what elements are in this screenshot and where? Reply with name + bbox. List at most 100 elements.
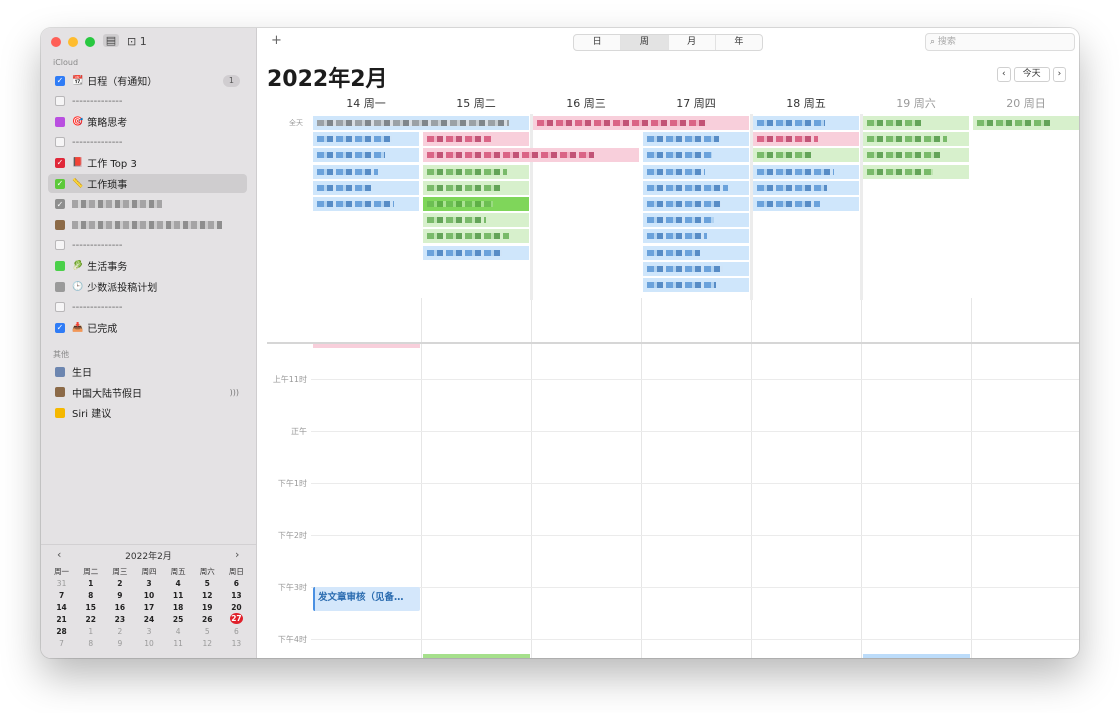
mini-day[interactable]: 25 bbox=[164, 614, 193, 625]
all-day-event[interactable] bbox=[643, 229, 749, 244]
mini-day[interactable]: 2 bbox=[105, 626, 134, 637]
all-day-event[interactable] bbox=[643, 180, 749, 195]
mini-day[interactable]: 6 bbox=[222, 578, 251, 589]
calendar-checkbox[interactable] bbox=[55, 116, 65, 127]
mini-day[interactable]: 4 bbox=[164, 578, 193, 589]
all-day-event[interactable] bbox=[753, 132, 859, 147]
all-day-event[interactable] bbox=[423, 148, 639, 163]
all-day-event[interactable] bbox=[753, 116, 859, 130]
all-day-event[interactable] bbox=[643, 213, 749, 228]
search-field[interactable]: ⌕ 搜索 bbox=[925, 33, 1075, 51]
day-header[interactable]: 14 周一 bbox=[311, 95, 421, 111]
calendar-checkbox[interactable]: ✓ bbox=[55, 75, 65, 86]
next-week-button[interactable]: › bbox=[1052, 67, 1067, 82]
all-day-event[interactable] bbox=[643, 148, 749, 163]
mini-day[interactable]: 11 bbox=[164, 638, 193, 649]
all-day-event[interactable] bbox=[643, 164, 749, 179]
event-strip-tue[interactable] bbox=[423, 654, 530, 658]
day-header[interactable]: 17 周四 bbox=[641, 95, 751, 111]
calendar-item[interactable]: 🎯 策略思考 bbox=[48, 112, 247, 131]
calendar-checkbox[interactable]: ✓ bbox=[55, 199, 65, 210]
other-calendar-item[interactable]: 生日 bbox=[48, 362, 247, 381]
all-day-event[interactable] bbox=[863, 164, 969, 179]
mini-day[interactable]: 16 bbox=[105, 602, 134, 613]
mini-day[interactable]: 9 bbox=[105, 638, 134, 649]
mini-day[interactable]: 12 bbox=[193, 590, 222, 601]
calendar-checkbox[interactable] bbox=[55, 302, 65, 313]
calendar-checkbox[interactable] bbox=[55, 137, 65, 148]
view-tab[interactable]: 日 bbox=[574, 35, 622, 50]
all-day-event[interactable] bbox=[423, 197, 529, 211]
calendar-checkbox[interactable] bbox=[55, 407, 65, 418]
mini-day[interactable]: 1 bbox=[76, 626, 105, 637]
mini-day[interactable]: 19 bbox=[193, 602, 222, 613]
mini-day[interactable]: 8 bbox=[76, 590, 105, 601]
day-header[interactable]: 18 周五 bbox=[751, 95, 861, 111]
mini-day[interactable]: 5 bbox=[193, 626, 222, 637]
calendar-item[interactable]: ✓ 📏 工作琐事 bbox=[48, 174, 247, 193]
all-day-event[interactable] bbox=[313, 197, 419, 211]
calendar-checkbox[interactable]: ✓ bbox=[55, 322, 65, 333]
mini-day[interactable]: 10 bbox=[134, 590, 163, 601]
all-day-event[interactable] bbox=[753, 197, 859, 211]
calendar-checkbox[interactable] bbox=[55, 260, 65, 271]
all-day-event[interactable] bbox=[423, 213, 529, 228]
day-header[interactable]: 15 周二 bbox=[421, 95, 531, 111]
calendar-checkbox[interactable] bbox=[55, 96, 65, 107]
calendar-item[interactable]: -------------- bbox=[48, 298, 247, 317]
mini-day[interactable]: 27 bbox=[222, 613, 251, 625]
mini-day[interactable]: 9 bbox=[105, 590, 134, 601]
mini-day[interactable]: 12 bbox=[193, 638, 222, 649]
all-day-event[interactable] bbox=[753, 180, 859, 195]
calendar-item[interactable]: -------------- bbox=[48, 133, 247, 152]
all-day-event[interactable] bbox=[753, 164, 859, 179]
all-day-event[interactable] bbox=[313, 132, 419, 147]
calendar-item[interactable]: -------------- bbox=[48, 92, 247, 111]
calendar-checkbox[interactable] bbox=[55, 281, 65, 292]
close-button[interactable] bbox=[51, 37, 61, 47]
mini-day[interactable]: 24 bbox=[134, 614, 163, 625]
add-event-button[interactable]: + bbox=[271, 33, 282, 48]
day-header[interactable]: 19 周六 bbox=[861, 95, 971, 111]
mini-day[interactable]: 4 bbox=[164, 626, 193, 637]
mini-day[interactable]: 7 bbox=[47, 638, 76, 649]
mini-day[interactable]: 23 bbox=[105, 614, 134, 625]
calendar-checkbox[interactable] bbox=[55, 387, 65, 398]
view-tab[interactable]: 月 bbox=[669, 35, 716, 50]
all-day-event[interactable] bbox=[313, 116, 529, 130]
all-day-event[interactable] bbox=[423, 229, 529, 244]
view-tab[interactable]: 年 bbox=[716, 35, 762, 50]
mini-day[interactable]: 14 bbox=[47, 602, 76, 613]
calendar-checkbox[interactable]: ✓ bbox=[55, 178, 65, 189]
mini-day[interactable]: 1 bbox=[76, 578, 105, 589]
all-day-event[interactable] bbox=[643, 278, 749, 292]
mini-day[interactable]: 31 bbox=[47, 578, 76, 589]
other-calendar-item[interactable]: 中国大陆节假日))) bbox=[48, 383, 247, 402]
all-day-event[interactable] bbox=[643, 132, 749, 147]
today-button[interactable]: 今天 bbox=[1013, 67, 1050, 82]
minimize-button[interactable] bbox=[68, 37, 78, 47]
all-day-event[interactable] bbox=[313, 148, 419, 163]
mini-day[interactable]: 18 bbox=[164, 602, 193, 613]
all-day-event[interactable] bbox=[313, 164, 419, 179]
mini-day[interactable]: 11 bbox=[164, 590, 193, 601]
mini-day[interactable]: 3 bbox=[134, 578, 163, 589]
overflow-event-strip[interactable] bbox=[313, 344, 420, 348]
mini-day[interactable]: 2 bbox=[105, 578, 134, 589]
mini-day[interactable]: 8 bbox=[76, 638, 105, 649]
calendar-list-icon[interactable]: ▤ bbox=[103, 34, 119, 47]
all-day-event[interactable] bbox=[423, 132, 529, 147]
all-day-event[interactable] bbox=[863, 148, 969, 163]
calendar-checkbox[interactable] bbox=[55, 240, 65, 251]
mini-day[interactable]: 10 bbox=[134, 638, 163, 649]
all-day-event[interactable] bbox=[313, 180, 419, 195]
all-day-event[interactable] bbox=[533, 116, 749, 130]
mini-day[interactable]: 28 bbox=[47, 626, 76, 637]
day-header[interactable]: 16 周三 bbox=[531, 95, 641, 111]
calendar-item[interactable]: 🕒 少数派投稿计划 bbox=[48, 277, 247, 296]
calendar-item[interactable]: 🥬 生活事务 bbox=[48, 256, 247, 275]
mini-day[interactable]: 26 bbox=[193, 614, 222, 625]
mini-day[interactable]: 3 bbox=[134, 626, 163, 637]
inbox-icon[interactable]: ⊡ 1 bbox=[127, 35, 147, 48]
event-block[interactable]: 发文章审核（见备… bbox=[313, 587, 420, 611]
